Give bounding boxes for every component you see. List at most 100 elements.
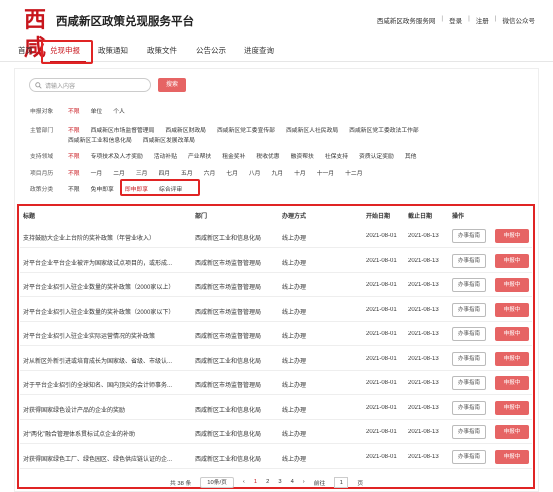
apply-button[interactable]: 申报中 [495,400,529,415]
page-size-select[interactable]: 10条/页 [200,476,234,488]
guide-button[interactable]: 办事指南 [452,229,486,243]
filter-option[interactable]: 税收优惠 [256,151,279,160]
filter-option[interactable]: 十二月 [345,168,362,177]
goto-label: 前往 [313,480,326,487]
filter-option[interactable]: 六月 [204,168,216,177]
link-register[interactable]: 注册 [476,15,489,25]
page-number[interactable]: 2 [266,479,269,485]
apply-button[interactable]: 申报中 [495,449,529,464]
guide-button[interactable]: 办事指南 [452,302,486,317]
filter-option[interactable]: 五月 [181,168,193,177]
guide-button[interactable]: 办事指南 [452,376,486,390]
nav-announcements[interactable]: 公告公示 [196,45,226,56]
filter-option[interactable]: 专项技术及人才奖励 [91,151,143,160]
next-page-button[interactable]: › [303,479,305,485]
filter-option[interactable]: 七月 [226,168,238,177]
apply-button[interactable]: 申报中 [495,278,529,292]
apply-button[interactable]: 申报中 [495,229,529,243]
nav-progress[interactable]: 进度查询 [244,45,274,56]
filter-option[interactable]: 十月 [294,168,306,177]
cell-title[interactable]: 对“两化”融合管理体系贯标试点企业的补助 [23,429,191,438]
cell-title[interactable]: 对从新区外新引进或培育成长为国家级、省级、市级认... [23,356,191,365]
link-gov-service[interactable]: 西咸新区政务服务网 [377,15,436,25]
filter-option[interactable]: 不限 [68,184,80,193]
cell-title[interactable]: 对平台企业招引入驻企业数量的奖补政策（2000家以上） [23,282,191,291]
page-number[interactable]: 1 [254,479,257,485]
filter-month: 项目月历 不限 一月 二月 三月 四月 五月 六月 七月 八月 九月 十月 十一… [30,166,374,178]
filter-option[interactable]: 十一月 [317,168,334,177]
filter-option[interactable]: 租金奖补 [222,151,245,160]
cell-method: 线上办理 [282,309,307,316]
apply-button[interactable]: 申报中 [495,253,529,268]
cell-department: 西咸新区工业和信息化局 [195,456,262,463]
prev-page-button[interactable]: ‹ [243,479,245,485]
link-separator: | [468,15,470,22]
filter-option[interactable]: 八月 [249,168,261,177]
apply-button[interactable]: 申报中 [495,302,529,317]
filter-option[interactable]: 三月 [136,168,148,177]
filter-option[interactable]: 西咸新区发展改革局 [143,135,195,144]
guide-button[interactable]: 办事指南 [452,425,486,439]
search-button[interactable]: 搜索 [158,78,186,92]
guide-button[interactable]: 办事指南 [452,449,486,464]
cell-title[interactable]: 对于平台企业招引的全球知名、国内顶尖的会计师事务... [23,380,191,389]
page-number[interactable]: 4 [291,479,294,485]
filter-option[interactable]: 不限 [68,151,80,160]
filter-option[interactable]: 西咸新区工业和信息化局 [68,135,132,144]
filter-option[interactable]: 产业帮扶 [188,151,211,160]
filter-option[interactable]: 西咸新区人社民政局 [286,125,338,134]
filter-option[interactable]: 单位 [91,106,103,115]
filter-option[interactable]: 免申即享 [91,184,114,193]
cell-end-date: 2021-08-13 [408,331,439,337]
apply-button[interactable]: 申报中 [495,351,529,366]
apply-button[interactable]: 申报中 [495,425,529,439]
link-login[interactable]: 登录 [449,15,462,25]
guide-button[interactable]: 办事指南 [452,278,486,292]
cell-title[interactable]: 对平台企业平台企业被评为国家级试点项目的，或形成... [23,258,191,267]
table-row: 对平台企业招引入驻企业数量的奖补政策（2000家以上） 西咸新区市场监督管理局 线上… [20,273,532,297]
nav-policy-notice[interactable]: 政策通知 [98,45,128,56]
filter-option[interactable]: 资质认定奖励 [359,151,394,160]
cell-department: 西咸新区市场监督管理局 [195,383,262,389]
goto-page-input[interactable]: 1 [334,476,349,488]
search-input[interactable]: 请输入内容 [29,78,151,92]
filter-option[interactable]: 活动补贴 [154,151,177,160]
filter-option[interactable]: 不限 [68,106,80,115]
filter-option[interactable]: 西咸新区党工委政法工作部 [349,125,419,134]
cell-method: 线上办理 [282,456,307,463]
filter-label: 申报对象 [30,108,54,115]
filter-option[interactable]: 西咸新区党工委宣传部 [217,125,275,134]
apply-button[interactable]: 申报中 [495,327,529,341]
nav-policy-docs[interactable]: 政策文件 [147,45,177,56]
cell-method: 线上办理 [282,432,307,438]
apply-button[interactable]: 申报中 [495,376,529,390]
guide-button[interactable]: 办事指南 [452,351,486,366]
cell-title[interactable]: 对获得国家绿色设计产品的企业的奖励 [23,405,191,414]
filter-department-cont: 西咸新区工业和信息化局 西咸新区发展改革局 [30,133,206,145]
filter-option[interactable]: 一月 [91,168,103,177]
cell-title[interactable]: 对获得国家绿色工厂、绿色园区、绿色供应链认证的企... [23,454,191,463]
guide-button[interactable]: 办事指南 [452,327,486,341]
cell-end-date: 2021-08-13 [408,306,439,313]
filter-option[interactable]: 个人 [113,106,125,115]
table-row: 对“两化”融合管理体系贯标试点企业的补助 西咸新区工业和信息化局 线上办理 2021-… [20,420,532,444]
filter-option[interactable]: 融资帮扶 [291,151,314,160]
cell-title[interactable]: 对平台企业招引入驻企业数量的奖补政策（2000家以下） [23,307,191,316]
filter-option[interactable]: 其他 [405,151,417,160]
cell-end-date: 2021-08-13 [408,380,439,386]
link-wechat[interactable]: 微信公众号 [503,15,536,25]
cell-end-date: 2021-08-13 [408,257,439,264]
filter-option[interactable]: 九月 [271,168,283,177]
cell-title[interactable]: 对平台企业招引入驻企业实际运营情况的奖补政策 [23,331,191,340]
filter-option[interactable]: 不限 [68,168,80,177]
guide-button[interactable]: 办事指南 [452,400,486,415]
cell-end-date: 2021-08-13 [408,404,439,411]
cell-title[interactable]: 支持鼓励大企业上台阶的奖补政策（年营业收入） [23,233,191,242]
cell-method: 线上办理 [282,236,307,242]
filter-option[interactable]: 二月 [113,168,125,177]
guide-button[interactable]: 办事指南 [452,253,486,268]
filter-option[interactable]: 四月 [158,168,170,177]
nav-home[interactable]: 首页 [18,45,33,56]
filter-option[interactable]: 社保支持 [325,151,348,160]
page-number[interactable]: 3 [278,479,281,485]
